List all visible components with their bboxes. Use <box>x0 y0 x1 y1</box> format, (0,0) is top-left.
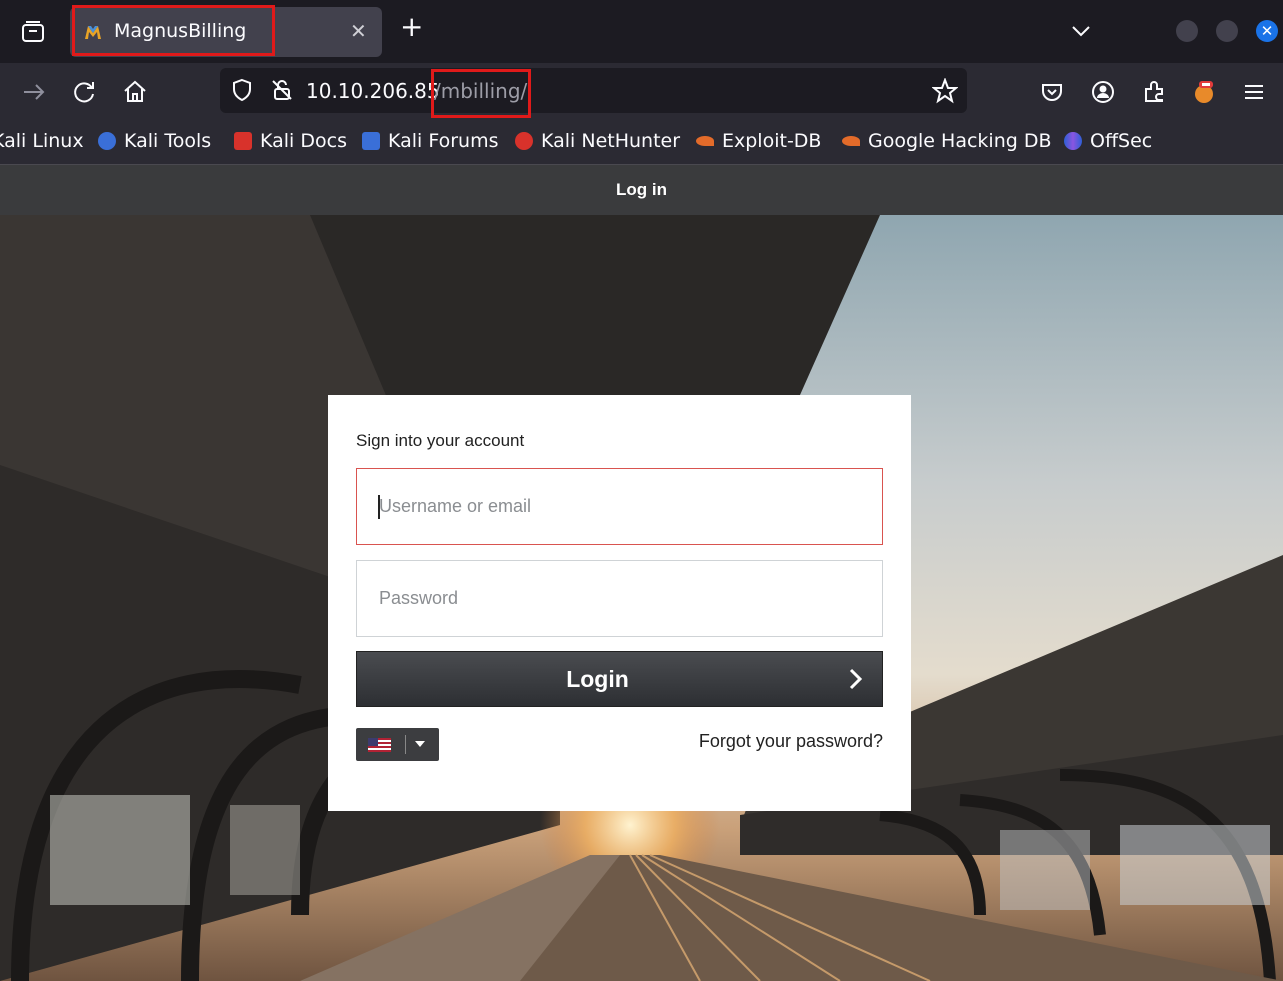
tab-title: MagnusBilling <box>114 20 247 42</box>
foxyproxy-icon[interactable] <box>1191 79 1217 105</box>
extensions-icon[interactable] <box>1141 79 1167 105</box>
pocket-icon[interactable] <box>1039 79 1065 105</box>
us-flag-icon <box>368 738 391 752</box>
page-title: Log in <box>616 180 667 199</box>
bookmarks-toolbar: Kali Linux Kali Tools Kali Docs Kali For… <box>0 121 1283 165</box>
bookmark-google-hacking-db[interactable]: Google Hacking DB <box>842 130 1052 152</box>
url-host: 10.10.206.85 <box>306 79 440 103</box>
forgot-password-link[interactable]: Forgot your password? <box>699 731 883 752</box>
new-tab-button[interactable]: + <box>400 13 423 41</box>
account-icon[interactable] <box>1090 79 1116 105</box>
kali-nethunter-icon <box>515 132 533 150</box>
maximize-button[interactable] <box>1216 20 1238 42</box>
bookmark-kali-tools[interactable]: Kali Tools <box>98 130 211 152</box>
insecure-lock-icon[interactable] <box>270 78 294 102</box>
magnusbilling-favicon-icon <box>85 26 101 39</box>
navigation-bar: 10.10.206.85 /mbilling/ <box>0 63 1283 121</box>
bookmark-offsec[interactable]: OffSec <box>1064 130 1152 152</box>
bookmark-kali-nethunter[interactable]: Kali NetHunter <box>515 130 680 152</box>
forward-icon[interactable] <box>21 79 47 105</box>
home-icon[interactable] <box>122 79 148 105</box>
bookmark-star-icon[interactable] <box>932 78 958 104</box>
address-bar[interactable]: 10.10.206.85 /mbilling/ <box>220 68 967 118</box>
login-card-title: Sign into your account <box>356 431 525 450</box>
kali-forums-icon <box>362 132 380 150</box>
kali-tools-icon <box>98 132 116 150</box>
menu-icon[interactable] <box>1241 79 1267 105</box>
reload-icon[interactable] <box>72 79 98 105</box>
minimize-button[interactable] <box>1176 20 1198 42</box>
language-selector[interactable] <box>356 728 439 761</box>
bookmark-exploit-db[interactable]: Exploit-DB <box>696 130 821 152</box>
exploit-db-icon <box>696 136 714 146</box>
login-button-label: Login <box>566 666 629 692</box>
username-input[interactable] <box>356 468 883 545</box>
text-caret <box>378 495 380 519</box>
active-tab[interactable]: MagnusBilling ✕ <box>70 7 382 57</box>
tab-list-icon[interactable] <box>18 17 48 47</box>
bookmark-kali-docs[interactable]: Kali Docs <box>234 130 347 152</box>
bookmark-kali-forums[interactable]: Kali Forums <box>362 130 499 152</box>
tab-close-icon[interactable]: ✕ <box>350 19 367 43</box>
bookmark-kali-linux[interactable]: Kali Linux <box>0 130 84 152</box>
page-header: Log in <box>0 165 1283 215</box>
tracking-shield-icon[interactable] <box>230 78 254 102</box>
login-button[interactable]: Login <box>356 651 883 707</box>
caret-down-icon <box>415 741 425 747</box>
login-card: Sign into your account Login Forgot your… <box>328 395 911 811</box>
language-divider <box>405 735 406 754</box>
offsec-icon <box>1064 132 1082 150</box>
chevron-right-icon <box>849 668 863 690</box>
window-close-button[interactable]: ✕ <box>1256 20 1278 42</box>
password-input[interactable] <box>356 560 883 637</box>
google-hacking-db-icon <box>842 136 860 146</box>
url-highlight-annotation <box>431 69 531 118</box>
kali-docs-icon <box>234 132 252 150</box>
chevron-down-icon[interactable] <box>1068 18 1094 44</box>
tab-strip: MagnusBilling ✕ + ✕ <box>0 0 1283 63</box>
